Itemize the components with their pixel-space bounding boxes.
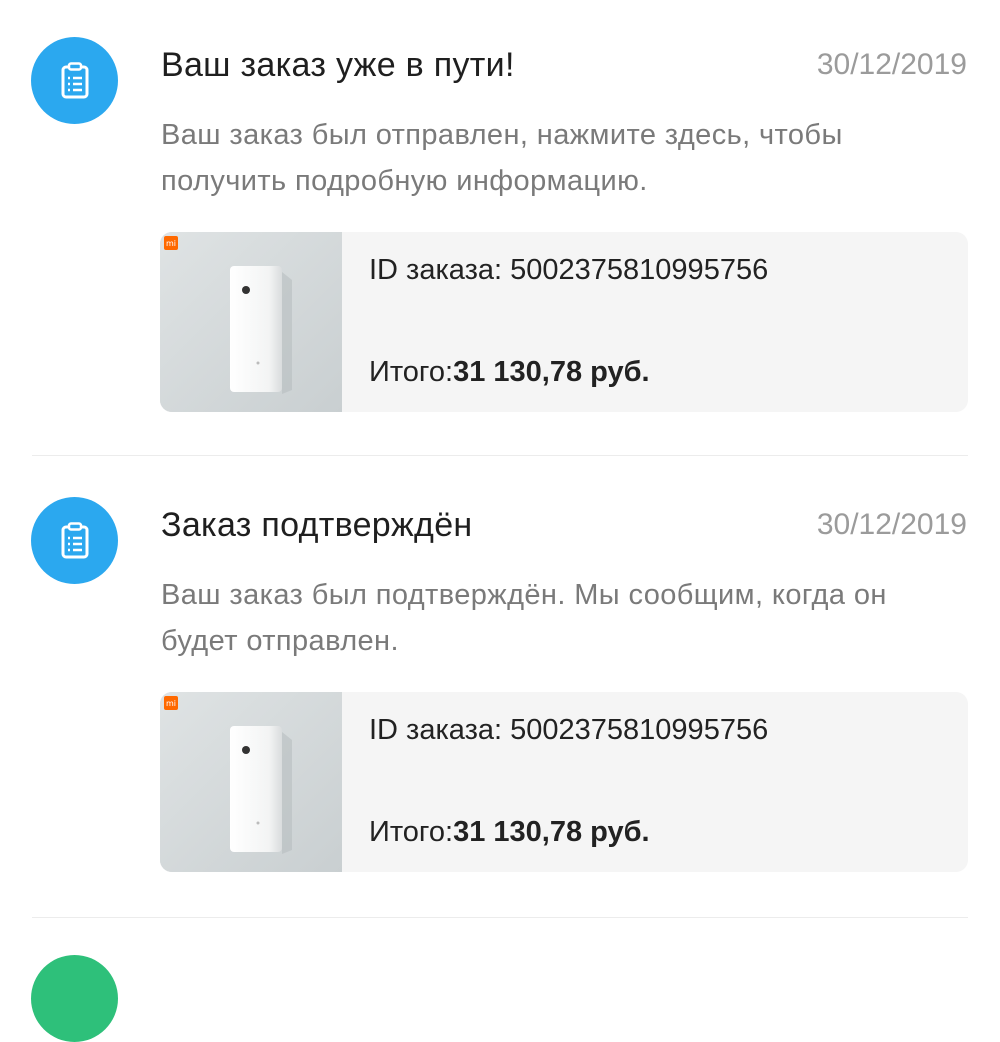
order-id: ID заказа: 5002375810995756 (369, 714, 769, 746)
divider (32, 455, 968, 456)
notification-title: Заказ подтверждён (161, 506, 473, 544)
notification-description[interactable]: Ваш заказ был отправлен, нажмите здесь, … (161, 112, 961, 204)
svg-text:mi: mi (166, 239, 176, 248)
notification-date: 30/12/2019 (816, 508, 967, 541)
divider (32, 917, 968, 918)
order-list-icon (61, 521, 88, 558)
notification-avatar (31, 497, 118, 584)
order-total: Итого:31 130,78 руб. (369, 356, 650, 389)
svg-text:mi: mi (166, 699, 176, 708)
order-total-label: Итого: (369, 816, 454, 848)
order-total-value: 31 130,78 руб. (453, 816, 650, 848)
notification-description[interactable]: Ваш заказ был подтверждён. Мы сообщим, к… (161, 572, 961, 664)
notification-avatar (31, 37, 118, 124)
order-total-label: Итого: (369, 356, 454, 388)
order-card[interactable]: mi ID заказа: 5002375810995756 Итого:31 … (160, 692, 968, 872)
order-total: Итого:31 130,78 руб. (369, 816, 650, 849)
order-id: ID заказа: 5002375810995756 (369, 254, 769, 286)
notification-title: Ваш заказ уже в пути! (161, 46, 515, 84)
product-image: mi (160, 232, 342, 412)
notification-date: 30/12/2019 (816, 48, 967, 81)
order-list-icon (61, 61, 88, 98)
order-total-value: 31 130,78 руб. (453, 356, 650, 388)
product-image: mi (160, 692, 342, 872)
order-card[interactable]: mi ID заказа: 5002375810995756 Итого:31 … (160, 232, 968, 412)
notification-avatar-partial (31, 955, 118, 1042)
